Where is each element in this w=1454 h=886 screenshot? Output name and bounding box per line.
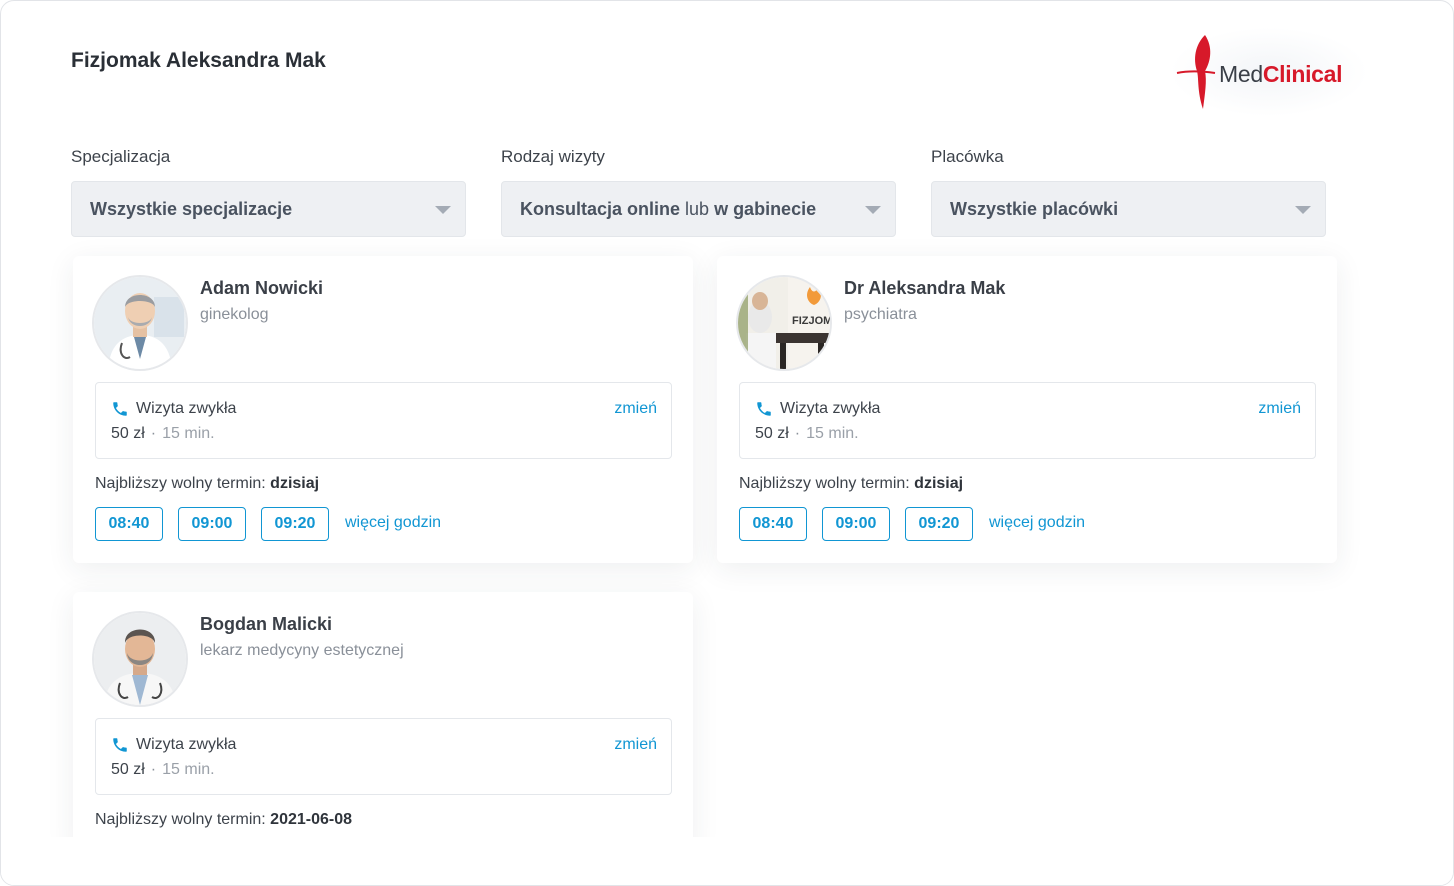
change-visit-link[interactable]: zmień	[614, 400, 657, 418]
next-available: Najbliższy wolny termin: 2021-06-08	[95, 811, 352, 829]
separator-dot: ·	[150, 761, 157, 778]
time-slot-button[interactable]: 09:00	[822, 507, 890, 541]
visit-price-line: 50 zł · 15 min.	[111, 761, 215, 779]
visit-duration: 15 min.	[162, 425, 215, 442]
visit-type-value: Konsultacja online lub w gabinecie	[520, 199, 816, 220]
doctor-card: Bogdan Malicki lekarz medycyny estetyczn…	[73, 592, 693, 852]
doctor-card: FIZJOM Dr Aleksandra Mak psychiatra Wizy…	[717, 256, 1337, 563]
visit-price: 50 zł	[755, 425, 789, 442]
visit-type-box: Wizyta zwykła 50 zł · 15 min. zmień	[95, 718, 672, 795]
doctor-name[interactable]: Dr Aleksandra Mak	[844, 278, 1005, 299]
avatar[interactable]: FIZJOM	[738, 277, 830, 369]
visit-price-line: 50 zł · 15 min.	[111, 425, 215, 443]
chevron-down-icon	[1295, 206, 1311, 214]
visit-type-value-part2: lub	[680, 199, 715, 219]
visit-type-box: Wizyta zwykła 50 zł · 15 min. zmień	[739, 382, 1316, 459]
change-visit-link[interactable]: zmień	[1258, 400, 1301, 418]
next-available: Najbliższy wolny termin: dzisiaj	[95, 475, 319, 493]
next-available-label: Najbliższy wolny termin:	[739, 475, 910, 492]
svg-text:FIZJOM: FIZJOM	[792, 315, 830, 327]
time-slot-button[interactable]: 09:00	[178, 507, 246, 541]
visit-duration: 15 min.	[162, 761, 215, 778]
app-frame: Fizjomak Aleksandra Mak MedClinical Spec…	[0, 0, 1454, 886]
next-available-value: dzisiaj	[914, 475, 964, 492]
specialization-label: Specjalizacja	[71, 147, 171, 166]
doctor-specialty: psychiatra	[844, 306, 917, 323]
medclinical-flame-icon	[1176, 35, 1216, 109]
chevron-down-icon	[435, 206, 451, 214]
page-title: Fizjomak Aleksandra Mak	[71, 49, 326, 72]
visit-price: 50 zł	[111, 761, 145, 778]
visit-price: 50 zł	[111, 425, 145, 442]
logo-wordmark: MedClinical	[1219, 61, 1343, 88]
facility-select[interactable]: Wszystkie placówki	[931, 181, 1326, 237]
avatar[interactable]	[94, 613, 186, 705]
visit-name: Wizyta zwykła	[780, 400, 881, 417]
specialization-value: Wszystkie specjalizacje	[90, 199, 293, 219]
logo-wordmark-clinical: Clinical	[1262, 61, 1343, 87]
doctor-card: Adam Nowicki ginekolog Wizyta zwykła 50 …	[73, 256, 693, 563]
specialization-select[interactable]: Wszystkie specjalizacje	[71, 181, 466, 237]
doctor-specialty: lekarz medycyny estetycznej	[200, 642, 404, 659]
visit-name: Wizyta zwykła	[136, 400, 237, 417]
visit-type-label: Rodzaj wizyty	[501, 147, 605, 166]
time-slot-button[interactable]: 08:40	[95, 507, 163, 541]
visit-name: Wizyta zwykła	[136, 736, 237, 753]
logo-wordmark-med: Med	[1219, 61, 1263, 87]
next-available: Najbliższy wolny termin: dzisiaj	[739, 475, 963, 493]
phone-icon	[113, 402, 127, 416]
facility-label: Placówka	[931, 147, 1004, 166]
chevron-down-icon	[865, 206, 881, 214]
next-available-label: Najbliższy wolny termin:	[95, 475, 266, 492]
doctor-specialty: ginekolog	[200, 306, 269, 323]
visit-price-line: 50 zł · 15 min.	[755, 425, 859, 443]
visit-type-box: Wizyta zwykła 50 zł · 15 min. zmień	[95, 382, 672, 459]
change-visit-link[interactable]: zmień	[614, 736, 657, 754]
visit-duration: 15 min.	[806, 425, 859, 442]
next-available-value: dzisiaj	[270, 475, 320, 492]
bottom-edge	[1, 837, 1453, 885]
doctor-name[interactable]: Adam Nowicki	[200, 278, 323, 299]
facility-value: Wszystkie placówki	[950, 199, 1119, 219]
visit-type-select[interactable]: Konsultacja online lub w gabinecie	[501, 181, 896, 237]
time-slot-button[interactable]: 08:40	[739, 507, 807, 541]
doctor-name[interactable]: Bogdan Malicki	[200, 614, 332, 635]
more-hours-link[interactable]: więcej godzin	[989, 514, 1085, 532]
visit-type-value-part3: w gabinecie	[714, 199, 817, 219]
next-available-value: 2021-06-08	[270, 811, 353, 828]
time-slot-button[interactable]: 09:20	[905, 507, 973, 541]
more-hours-link[interactable]: więcej godzin	[345, 514, 441, 532]
phone-icon	[757, 402, 771, 416]
avatar[interactable]	[94, 277, 186, 369]
medclinical-logo: MedClinical	[1169, 27, 1369, 117]
time-slot-button[interactable]: 09:20	[261, 507, 329, 541]
separator-dot: ·	[794, 425, 801, 442]
next-available-label: Najbliższy wolny termin:	[95, 811, 266, 828]
separator-dot: ·	[150, 425, 157, 442]
phone-icon	[113, 738, 127, 752]
visit-type-value-part1: Konsultacja online	[520, 199, 681, 219]
